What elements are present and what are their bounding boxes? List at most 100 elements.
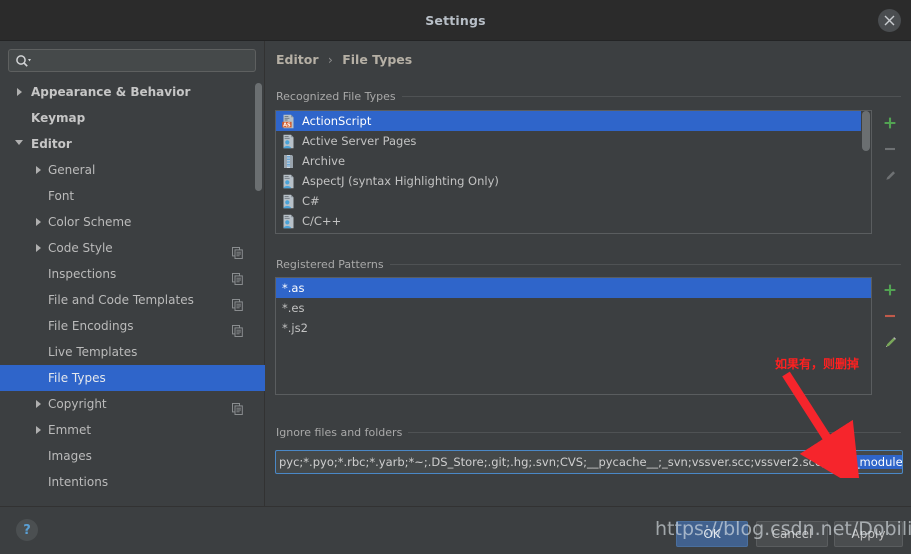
sidebar-item-emmet[interactable]: Emmet [0,417,265,443]
pattern-row[interactable]: *.es [276,298,871,318]
aspectj-file-icon [281,174,296,189]
sidebar-item-label: Keymap [31,111,86,125]
remove-pattern-button[interactable] [877,303,903,329]
sidebar-item-label: Appearance & Behavior [31,85,191,99]
sidebar-item-label: Inspections [48,267,117,281]
file-type-row[interactable]: Active Server Pages [276,131,871,151]
copy-icon[interactable] [232,398,243,416]
registered-patterns-label: Registered Patterns [276,258,390,271]
sidebar-item-file-types[interactable]: File Types [0,365,265,391]
sidebar-item-font[interactable]: Font [0,183,265,209]
breadcrumb-parent[interactable]: Editor [276,52,319,67]
search-box[interactable] [8,49,256,72]
file-type-row[interactable]: C# [276,191,871,211]
file-type-label: C/C++ [302,214,342,228]
sidebar-item-inspections[interactable]: Inspections [0,261,265,287]
sidebar-item-label: File Types [48,371,106,385]
csharp-file-icon [281,194,296,209]
sidebar-item-label: File Encodings [48,319,134,333]
copy-icon[interactable] [232,242,243,260]
sidebar-item-label: Copyright [48,397,107,411]
sidebar-item-intentions[interactable]: Intentions [0,469,265,495]
asp-file-icon [281,134,296,149]
sidebar-item-editor[interactable]: Editor [0,131,265,157]
sidebar-item-copyright[interactable]: Copyright [0,391,265,417]
chevron-right-icon[interactable] [12,79,26,105]
sidebar-item-label: Intentions [48,475,109,489]
sidebar-item-general[interactable]: General [0,157,265,183]
search-input[interactable] [35,50,251,71]
chevron-right-icon[interactable] [31,391,45,417]
remove-file-type-button[interactable] [877,136,903,162]
pattern-label: *.js2 [282,321,308,335]
pattern-row[interactable]: *.js2 [276,318,871,338]
edit-file-type-button[interactable] [877,162,903,188]
cancel-button[interactable]: Cancel [756,521,828,547]
close-glyph [884,15,895,26]
settings-sidebar: Appearance & Behavior Keymap Editor General… [0,41,265,506]
sidebar-item-images[interactable]: Images [0,443,265,469]
sidebar-item-code-style[interactable]: Code Style [0,235,265,261]
recognized-list-scrollbar-thumb[interactable] [862,111,870,151]
red-arrow-annotation [782,371,861,478]
sidebar-item-label: Editor [31,137,72,151]
file-type-label: AspectJ (syntax Highlighting Only) [302,174,499,188]
chevron-right-icon[interactable] [31,209,45,235]
sidebar-item-file-encodings[interactable]: File Encodings [0,313,265,339]
sidebar-item-keymap[interactable]: Keymap [0,105,265,131]
sidebar-item-label: File and Code Templates [48,293,194,307]
copy-icon[interactable] [232,294,243,312]
file-type-row[interactable]: C/C++ [276,211,871,231]
recognized-actions [877,110,903,188]
title-bar: Settings [0,0,911,41]
recognized-file-types-list[interactable]: AS ActionScript Active Server Pages Archive… [275,110,872,234]
close-icon[interactable] [878,9,901,32]
archive-file-icon [281,154,296,169]
breadcrumb-separator: › [327,52,333,67]
settings-dialog: Settings Appearance & Behavior Keymap Edi [0,0,911,554]
recognized-list-scrollbar-track[interactable] [861,111,871,233]
patterns-group-rule [376,264,901,265]
file-type-label: C# [302,194,320,208]
recognized-group-rule [392,96,901,97]
sidebar-item-color-scheme[interactable]: Color Scheme [0,209,265,235]
recognized-file-types-rows: AS ActionScript Active Server Pages Archive… [276,111,871,231]
search-icon [15,54,31,69]
chevron-right-icon[interactable] [31,157,45,183]
dialog-footer: ? OK Cancel Apply [0,506,911,554]
sidebar-item-label: General [48,163,96,177]
chevron-down-icon[interactable] [12,131,26,157]
copy-icon[interactable] [232,268,243,286]
file-type-row[interactable]: Archive [276,151,871,171]
ignore-files-label: Ignore files and folders [276,426,409,439]
sidebar-item-label: Font [48,189,75,203]
registered-patterns-rows: *.as *.es *.js2 [276,278,871,338]
chevron-right-icon[interactable] [31,235,45,261]
copy-icon[interactable] [232,320,243,338]
svg-text:AS: AS [283,122,291,128]
add-pattern-button[interactable] [877,277,903,303]
apply-button[interactable]: Apply [834,521,903,547]
sidebar-item-file-and-code-templates[interactable]: File and Code Templates [0,287,265,313]
pattern-label: *.as [282,281,305,295]
sidebar-item-live-templates[interactable]: Live Templates [0,339,265,365]
file-type-row[interactable]: AS ActionScript [276,111,871,131]
sidebar-item-label: Emmet [48,423,92,437]
sidebar-item-appearance-behavior[interactable]: Appearance & Behavior [0,79,265,105]
edit-pattern-button[interactable] [877,329,903,355]
pattern-row[interactable]: *.as [276,278,871,298]
ok-button[interactable]: OK [676,521,748,547]
file-type-row[interactable]: AspectJ (syntax Highlighting Only) [276,171,871,191]
file-type-label: Active Server Pages [302,134,417,148]
file-type-label: ActionScript [302,114,372,128]
add-file-type-button[interactable] [877,110,903,136]
help-icon[interactable]: ? [16,519,38,541]
sidebar-scrollbar-thumb[interactable] [255,83,262,191]
breadcrumb: Editor › File Types [276,52,412,67]
actionscript-file-icon: AS [281,114,296,129]
cpp-file-icon [281,214,296,229]
pattern-label: *.es [282,301,305,315]
chevron-right-icon[interactable] [31,417,45,443]
sidebar-item-label: Code Style [48,241,113,255]
recognized-file-types-label: Recognized File Types [276,90,402,103]
